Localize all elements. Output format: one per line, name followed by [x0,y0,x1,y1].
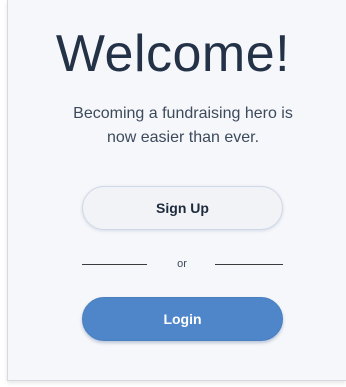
welcome-subtitle: Becoming a fundraising hero is now easie… [0,102,346,150]
login-button[interactable]: Login [82,297,283,341]
divider-line-left [82,264,147,265]
divider-or-text: or [177,258,187,270]
sign-up-label: Sign Up [156,200,209,216]
welcome-title: Welcome! [55,25,291,83]
login-label: Login [163,311,202,327]
divider-line-right [215,264,283,265]
subtitle-line-1: Becoming a fundraising hero is [73,105,293,122]
subtitle-line-2: now easier than ever. [106,129,260,146]
sign-up-button[interactable]: Sign Up [82,186,283,230]
